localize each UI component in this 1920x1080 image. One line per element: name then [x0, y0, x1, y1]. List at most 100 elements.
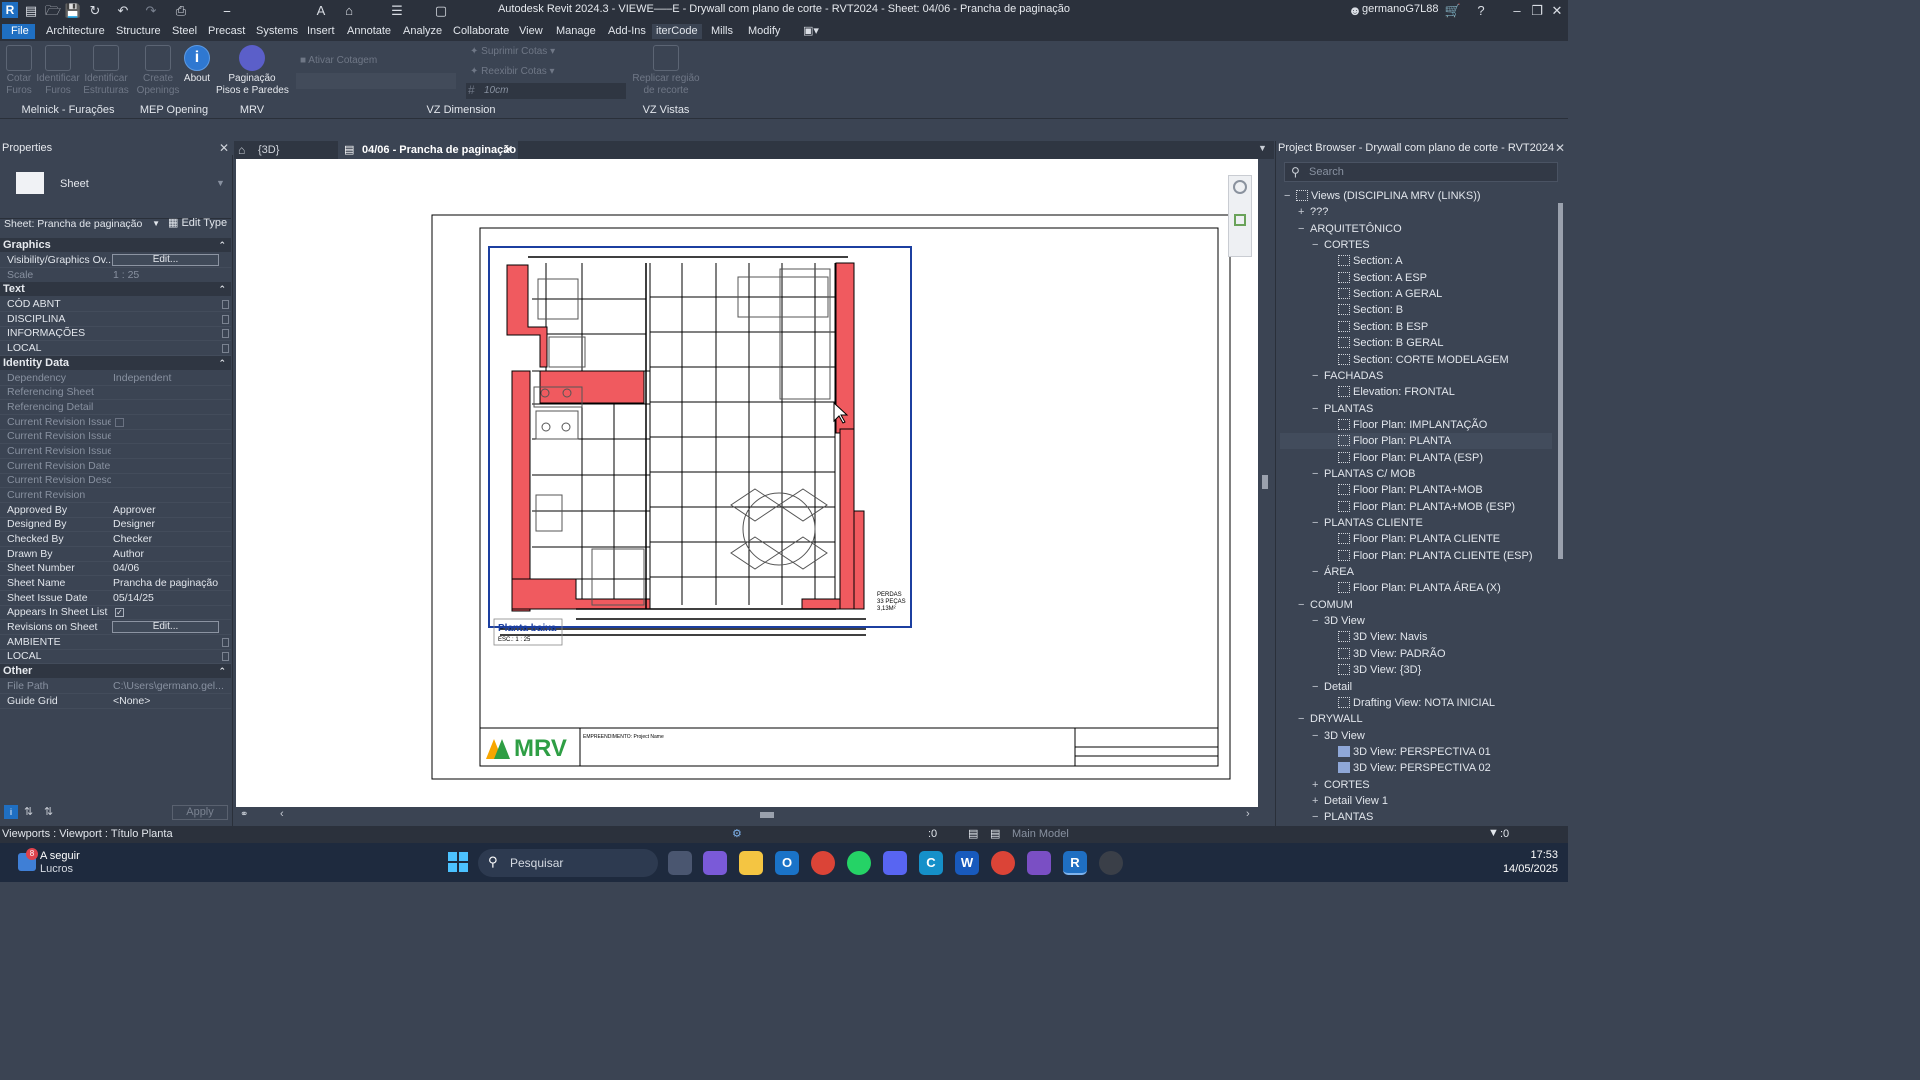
minimize-icon[interactable]: –	[1508, 2, 1526, 20]
filter-icon[interactable]: ▼	[1488, 827, 1499, 839]
collapse-icon[interactable]: −	[1312, 679, 1324, 695]
app-icon[interactable]	[1099, 851, 1123, 875]
browser-node[interactable]: Section: B	[1280, 302, 1552, 318]
tab-view[interactable]: View	[515, 24, 547, 39]
prop-designed[interactable]: Designed By Designer	[0, 517, 231, 532]
drawing-canvas[interactable]: MRV EMPREENDIMENTO: Project Name Planta …	[236, 159, 1258, 807]
about-button[interactable]: i About	[180, 45, 214, 85]
prop-guide-grid[interactable]: Guide Grid <None>	[0, 694, 231, 709]
prop-value[interactable]: 05/14/25	[113, 591, 223, 606]
browser-node[interactable]: 3D View: PADRÃO	[1280, 646, 1552, 662]
section-identity[interactable]: Identity Data ⌃	[0, 356, 231, 370]
browser-node[interactable]: − PLANTAS	[1280, 401, 1552, 417]
scroll-thumb[interactable]	[760, 812, 774, 818]
word-icon[interactable]: W	[955, 851, 979, 875]
camera-icon[interactable]: ▣▾	[802, 22, 820, 40]
prop-value[interactable]: Checker	[113, 532, 223, 547]
instance-selector[interactable]: Sheet: Prancha de paginação ▼	[2, 216, 162, 232]
prop-sheet-name[interactable]: Sheet Name Prancha de paginação	[0, 576, 231, 591]
browser-node[interactable]: Section: B ESP	[1280, 319, 1552, 335]
browser-node[interactable]: −3D View	[1280, 728, 1552, 744]
scroll-thumb[interactable]	[1262, 475, 1268, 489]
browser-node[interactable]: 3D View: PERSPECTIVA 02	[1280, 760, 1552, 776]
browser-node[interactable]: − PLANTAS C/ MOB	[1280, 466, 1552, 482]
reexibir-cotas[interactable]: ✦ Reexibir Cotas ▾	[470, 66, 555, 77]
revisions-edit-button[interactable]: Edit...	[112, 621, 219, 633]
worksets-icon[interactable]: ▤	[968, 827, 978, 840]
browser-node[interactable]: − ARQUITETÔNICO	[1280, 221, 1552, 237]
browser-node[interactable]: Floor Plan: PLANTA ÁREA (X)	[1280, 580, 1552, 596]
collapse-icon[interactable]: −	[1298, 597, 1310, 613]
prop-checked[interactable]: Checked By Checker	[0, 532, 231, 547]
collapse-icon[interactable]: −	[1312, 728, 1324, 744]
sort-icon[interactable]: ⇅	[24, 805, 33, 818]
visibility-edit-button[interactable]: Edit...	[112, 254, 219, 266]
cart-icon[interactable]: 🛒	[1444, 2, 1462, 20]
sheet-drawing[interactable]: MRV EMPREENDIMENTO: Project Name Planta …	[236, 159, 1258, 807]
collapse-icon[interactable]: −	[1298, 221, 1310, 237]
section-other[interactable]: Other ⌃	[0, 664, 231, 678]
discord-icon[interactable]	[883, 851, 907, 875]
scroll-left-icon[interactable]: ‹	[280, 808, 284, 820]
paginacao-button[interactable]: Paginação Pisos e Paredes	[216, 45, 289, 97]
prop-cod[interactable]: CÓD ABNT	[0, 297, 231, 312]
prop-sheet-number[interactable]: Sheet Number 04/06	[0, 561, 231, 576]
identificar-furos-button[interactable]: Identificar Furos	[34, 45, 82, 97]
browser-node[interactable]: + CORTES	[1280, 777, 1552, 793]
browser-node[interactable]: − PLANTAS	[1280, 809, 1552, 825]
tab-file[interactable]: File	[2, 24, 35, 39]
prop-value[interactable]: Designer	[113, 517, 223, 532]
prop-local-2[interactable]: LOCAL	[0, 649, 231, 664]
whatsapp-icon[interactable]	[847, 851, 871, 875]
tab-annotate[interactable]: Annotate	[343, 24, 395, 39]
prop-value-box[interactable]	[222, 652, 229, 661]
section-graphics[interactable]: Graphics ⌃	[0, 238, 231, 252]
prop-value-box[interactable]	[222, 329, 229, 338]
browser-scroll-thumb[interactable]	[1558, 203, 1563, 559]
user-name[interactable]: germanoG7L88	[1362, 3, 1438, 15]
tab-3d[interactable]: {3D}	[234, 141, 338, 159]
ativar-cotagem[interactable]: ■ Ativar Cotagem	[300, 55, 377, 66]
task-view-icon[interactable]	[668, 851, 692, 875]
tab-systems[interactable]: Systems	[252, 24, 302, 39]
scroll-right-icon[interactable]: ›	[1246, 808, 1250, 820]
replicar-regiao-button[interactable]: Replicar região de recorte	[630, 45, 702, 97]
expand-icon[interactable]: +	[1312, 777, 1324, 793]
grid-size-field[interactable]: # 10cm	[466, 83, 626, 99]
browser-node[interactable]: − DRYWALL	[1280, 711, 1552, 727]
browser-node[interactable]: Floor Plan: IMPLANTAÇÃO	[1280, 417, 1552, 433]
collapse-icon[interactable]: −	[1284, 188, 1296, 204]
cotagem-field[interactable]	[296, 73, 456, 89]
file-explorer-icon[interactable]	[739, 851, 763, 875]
collapse-icon[interactable]: −	[1312, 809, 1324, 825]
browser-node[interactable]: − FACHADAS	[1280, 368, 1552, 384]
tab-architecture[interactable]: Architecture	[42, 24, 109, 39]
browser-node[interactable]: Section: A	[1280, 253, 1552, 269]
tab-mills[interactable]: Mills	[707, 24, 737, 39]
prop-disciplina[interactable]: DISCIPLINA	[0, 312, 231, 327]
browser-node[interactable]: − CORTES	[1280, 237, 1552, 253]
tab-itercode[interactable]: iterCode	[652, 24, 702, 39]
m365-icon[interactable]	[703, 851, 727, 875]
prop-value[interactable]: Approver	[113, 503, 223, 518]
collapse-icon[interactable]: −	[1312, 515, 1324, 531]
close-window-icon[interactable]: ✕	[1548, 2, 1566, 20]
prop-issue-date[interactable]: Sheet Issue Date 05/14/25	[0, 591, 231, 606]
help-icon[interactable]: ?	[1472, 2, 1490, 20]
cotar-furos-button[interactable]: Cotar Furos	[2, 45, 36, 97]
tab-modify[interactable]: Modify	[744, 24, 784, 39]
tab-collaborate[interactable]: Collaborate	[449, 24, 513, 39]
type-selector[interactable]: Sheet ▼	[0, 157, 231, 219]
browser-node[interactable]: Floor Plan: PLANTA CLIENTE (ESP)	[1280, 548, 1552, 564]
properties-help-icon[interactable]: i	[4, 805, 18, 819]
create-openings-button[interactable]: Create Openings	[136, 45, 180, 97]
steering-wheel-icon[interactable]	[1233, 180, 1247, 194]
clickup-icon[interactable]: C	[919, 851, 943, 875]
design-options-icon[interactable]: ▤	[990, 827, 1000, 840]
tab-precast[interactable]: Precast	[204, 24, 249, 39]
browser-node[interactable]: Section: A GERAL	[1280, 286, 1552, 302]
prop-in-sheet-list[interactable]: Appears In Sheet List ✓	[0, 605, 231, 620]
browser-node[interactable]: + Detail View 1	[1280, 793, 1552, 809]
prop-local[interactable]: LOCAL	[0, 341, 231, 356]
close-properties-icon[interactable]: ✕	[219, 141, 229, 155]
